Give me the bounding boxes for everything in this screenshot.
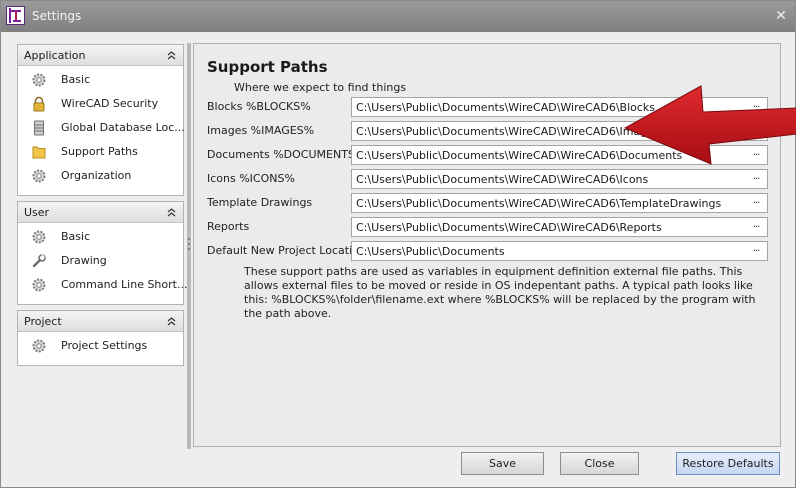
sidebar-item-label: Project Settings — [61, 339, 148, 352]
folder-icon — [32, 146, 46, 159]
page-subtitle: Where we expect to find things — [234, 81, 407, 94]
icons-path-input[interactable] — [352, 170, 744, 188]
nav-group-title: User — [24, 206, 50, 219]
default-project-location-label: Default New Project Location — [207, 244, 366, 257]
nav-group-title: Project — [24, 315, 62, 328]
reports-path-label: Reports — [207, 220, 250, 233]
nav-group-project: Project Project Settings — [17, 310, 184, 366]
nav-group-user: User Basic Drawing Command Line Short... — [17, 201, 187, 305]
sidebar-item-label: Global Database Loc... — [61, 121, 185, 134]
gear-icon — [32, 339, 46, 353]
sidebar-item-label: Basic — [61, 230, 91, 243]
icons-browse-button[interactable]: ... — [747, 172, 765, 186]
app-icon — [6, 6, 25, 25]
window-title: Settings — [32, 9, 82, 23]
gear-icon — [32, 73, 46, 87]
gear-icon — [32, 278, 46, 292]
default-project-location-browse-button[interactable]: ... — [747, 244, 765, 258]
default-project-location-input[interactable] — [352, 242, 744, 260]
sidebar-item-label: Support Paths — [61, 145, 138, 158]
reports-browse-button[interactable]: ... — [747, 220, 765, 234]
nav-group-title: Application — [24, 49, 86, 62]
template-drawings-path-input[interactable] — [352, 194, 744, 212]
template-drawings-browse-button[interactable]: ... — [747, 196, 765, 210]
sidebar-item-basic[interactable]: Basic — [18, 68, 183, 92]
annotation-arrow-icon — [623, 85, 796, 165]
sidebar-item-organization[interactable]: Organization — [18, 164, 183, 188]
reports-path-input[interactable] — [352, 218, 744, 236]
default-project-location-field: ... — [351, 241, 768, 261]
collapse-chevron-icon[interactable] — [167, 208, 176, 217]
sidebar-item-user-basic[interactable]: Basic — [18, 225, 183, 249]
template-drawings-path-label: Template Drawings — [207, 196, 313, 209]
sidebar-item-drawing[interactable]: Drawing — [18, 249, 183, 273]
template-drawings-path-field: ... — [351, 193, 768, 213]
support-paths-help-text: These support paths are used as variable… — [244, 265, 756, 320]
collapse-chevron-icon[interactable] — [167, 317, 176, 326]
splitter-grip-icon — [188, 238, 190, 250]
blocks-path-label: Blocks %BLOCKS% — [207, 100, 311, 113]
gear-icon — [32, 169, 46, 183]
lock-icon — [33, 96, 45, 112]
icons-path-field: ... — [351, 169, 768, 189]
page-title: Support Paths — [207, 58, 328, 76]
close-button[interactable]: Close — [560, 452, 639, 475]
close-window-icon[interactable]: ✕ — [772, 7, 790, 25]
images-path-label: Images %IMAGES% — [207, 124, 315, 137]
collapse-chevron-icon[interactable] — [167, 51, 176, 60]
nav-group-header[interactable]: User — [18, 202, 183, 223]
icons-path-label: Icons %ICONS% — [207, 172, 295, 185]
sidebar-item-label: WireCAD Security — [61, 97, 159, 110]
wrench-icon — [32, 254, 46, 268]
sidebar-item-label: Command Line Short... — [61, 278, 188, 291]
sidebar-item-project-settings[interactable]: Project Settings — [18, 334, 183, 358]
documents-path-label: Documents %DOCUMENTS% — [207, 148, 366, 161]
restore-defaults-button[interactable]: Restore Defaults — [676, 452, 780, 475]
sidebar-item-label: Basic — [61, 73, 91, 86]
sidebar-item-command-line-shortcuts[interactable]: Command Line Short... — [18, 273, 187, 297]
sidebar-item-label: Organization — [61, 169, 132, 182]
sidebar-item-support-paths[interactable]: Support Paths — [18, 140, 183, 164]
sidebar-item-label: Drawing — [61, 254, 107, 267]
settings-window: Settings ✕ Application Basic WireCAD Sec… — [0, 0, 796, 488]
nav-group-header[interactable]: Application — [18, 45, 183, 66]
sidebar-item-wirecad-security[interactable]: WireCAD Security — [18, 92, 183, 116]
nav-group-application: Application Basic WireCAD Security Globa… — [17, 44, 185, 196]
nav-group-header[interactable]: Project — [18, 311, 183, 332]
database-icon — [34, 120, 44, 136]
sidebar-item-global-database[interactable]: Global Database Loc... — [18, 116, 185, 140]
title-bar[interactable]: Settings ✕ — [1, 1, 795, 32]
reports-path-field: ... — [351, 217, 768, 237]
save-button[interactable]: Save — [461, 452, 544, 475]
gear-icon — [32, 230, 46, 244]
